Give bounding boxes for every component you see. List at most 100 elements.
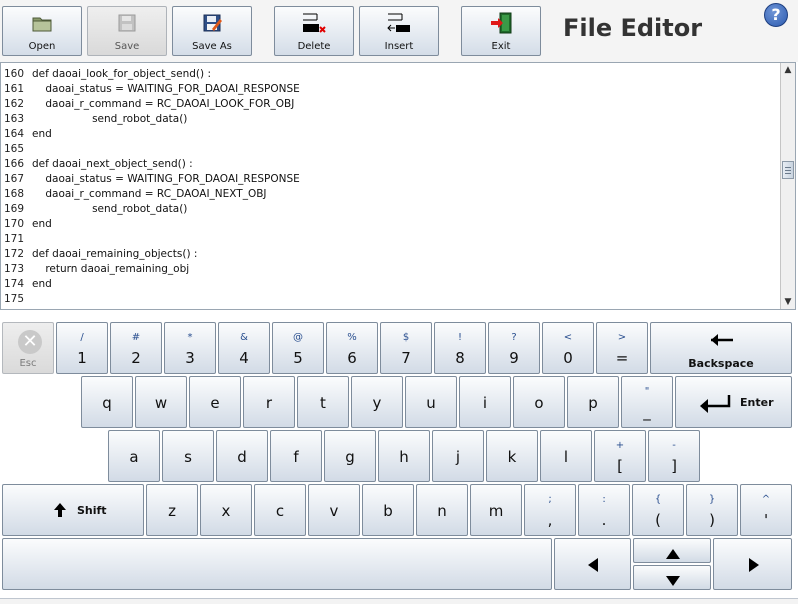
key-k[interactable]: k [486, 430, 538, 482]
line-number: 175 [4, 293, 25, 305]
key-s[interactable]: s [162, 430, 214, 482]
key-o[interactable]: o [513, 376, 565, 428]
key-close-paren[interactable]: }) [686, 484, 738, 536]
line-number: 167 [4, 173, 25, 185]
delete-button[interactable]: Delete [274, 6, 354, 56]
scroll-down-arrow-icon[interactable]: ▼ [781, 295, 795, 309]
line-number: 159 [4, 63, 30, 66]
key-e[interactable]: e [189, 376, 241, 428]
key-t[interactable]: t [297, 376, 349, 428]
key-5[interactable]: @5 [272, 322, 324, 374]
key-7[interactable]: $7 [380, 322, 432, 374]
code-line: 168 daoai_r_command = RC_DAOAI_NEXT_OBJ [1, 187, 781, 202]
key-a[interactable]: a [108, 430, 160, 482]
key-i[interactable]: i [459, 376, 511, 428]
key-h[interactable]: h [378, 430, 430, 482]
cursor-up-key[interactable] [633, 538, 711, 563]
backspace-arrow-icon [709, 332, 735, 351]
key-comma[interactable]: ;, [524, 484, 576, 536]
key-r[interactable]: r [243, 376, 295, 428]
line-number: 174 [4, 278, 25, 290]
key-m[interactable]: m [470, 484, 522, 536]
key-open-bracket[interactable]: +[ [594, 430, 646, 482]
code-line: 159 [1, 63, 781, 66]
cursor-right-key[interactable] [713, 538, 792, 590]
key-y[interactable]: y [351, 376, 403, 428]
code-line: 166 def daoai_next_object_send() : [1, 157, 781, 172]
save-as-button[interactable]: Save As [172, 6, 252, 56]
key-4[interactable]: & 4 [218, 322, 270, 374]
backspace-key[interactable]: Backspace [650, 322, 792, 374]
key-0[interactable]: <0 [542, 322, 594, 374]
key-8[interactable]: ! 8 [434, 322, 486, 374]
shift-key[interactable]: Shift [2, 484, 144, 536]
code-line: 164 end [1, 127, 781, 142]
help-icon[interactable]: ? [764, 3, 788, 27]
shift-arrow-icon [53, 502, 67, 522]
left-arrow-icon [587, 557, 599, 577]
key-f[interactable]: f [270, 430, 322, 482]
down-arrow-icon [665, 572, 681, 591]
scrollbar-thumb[interactable] [782, 161, 794, 179]
code-line: 163 send_robot_data() [1, 112, 781, 127]
line-text: def daoai_next_object_send() : [32, 158, 193, 170]
line-text: return daoai_remaining_obj [32, 263, 190, 275]
esc-key[interactable]: ✕ Esc [2, 322, 54, 374]
code-line: 175 [1, 292, 781, 307]
key-p[interactable]: p [567, 376, 619, 428]
right-arrow-icon [748, 557, 760, 577]
code-editor[interactable]: 159 160 def daoai_look_for_object_send() … [0, 62, 796, 310]
key-d[interactable]: d [216, 430, 268, 482]
line-text: end [32, 278, 52, 290]
line-text: def daoai_remaining_objects() : [32, 248, 198, 260]
key-close-bracket[interactable]: -] [648, 430, 700, 482]
esc-icon: ✕ [18, 330, 42, 354]
exit-button[interactable]: Exit [461, 6, 541, 56]
key-c[interactable]: c [254, 484, 306, 536]
line-number: 160 [4, 68, 25, 80]
key-equals[interactable]: > = [596, 322, 648, 374]
key-v[interactable]: v [308, 484, 360, 536]
key-b[interactable]: b [362, 484, 414, 536]
key-g[interactable]: g [324, 430, 376, 482]
key-l[interactable]: l [540, 430, 592, 482]
cursor-down-key[interactable] [633, 565, 711, 590]
key-w[interactable]: w [135, 376, 187, 428]
key-3[interactable]: * 3 [164, 322, 216, 374]
line-number: 166 [4, 158, 25, 170]
line-text: end [32, 218, 52, 230]
line-number: 165 [4, 143, 25, 155]
key-6[interactable]: % 6 [326, 322, 378, 374]
key-2[interactable]: #2 [110, 322, 162, 374]
open-button[interactable]: Open [2, 6, 82, 56]
key-j[interactable]: j [432, 430, 484, 482]
key-1[interactable]: /1 [56, 322, 108, 374]
key-period[interactable]: :. [578, 484, 630, 536]
scroll-up-arrow-icon[interactable]: ▲ [781, 63, 795, 77]
enter-key[interactable]: Enter [675, 376, 792, 428]
key-u[interactable]: u [405, 376, 457, 428]
key-z[interactable]: z [146, 484, 198, 536]
space-key[interactable] [2, 538, 552, 590]
toolbar: Open Save Save As Delete Insert Exit Fil… [0, 0, 798, 62]
save-icon [116, 12, 138, 37]
key-q[interactable]: q [81, 376, 133, 428]
line-text: end [32, 128, 52, 140]
code-line: 160 def daoai_look_for_object_send() : [1, 67, 781, 82]
line-number: 161 [4, 83, 25, 95]
vertical-scrollbar[interactable]: ▲ ▼ [780, 63, 795, 309]
key-open-paren[interactable]: {( [632, 484, 684, 536]
key-apostrophe[interactable]: ^ ' [740, 484, 792, 536]
code-line: 167 daoai_status = WAITING_FOR_DAOAI_RES… [1, 172, 781, 187]
line-number: 164 [4, 128, 25, 140]
cursor-left-key[interactable] [554, 538, 631, 590]
save-button[interactable]: Save [87, 6, 167, 56]
key-underscore[interactable]: " _ [621, 376, 673, 428]
key-n[interactable]: n [416, 484, 468, 536]
insert-button[interactable]: Insert [359, 6, 439, 56]
line-text: daoai_r_command = RC_DAOAI_LOOK_FOR_OBJ [32, 98, 295, 110]
exit-door-icon [489, 12, 513, 37]
key-x[interactable]: x [200, 484, 252, 536]
line-number: 170 [4, 218, 25, 230]
key-9[interactable]: ? 9 [488, 322, 540, 374]
